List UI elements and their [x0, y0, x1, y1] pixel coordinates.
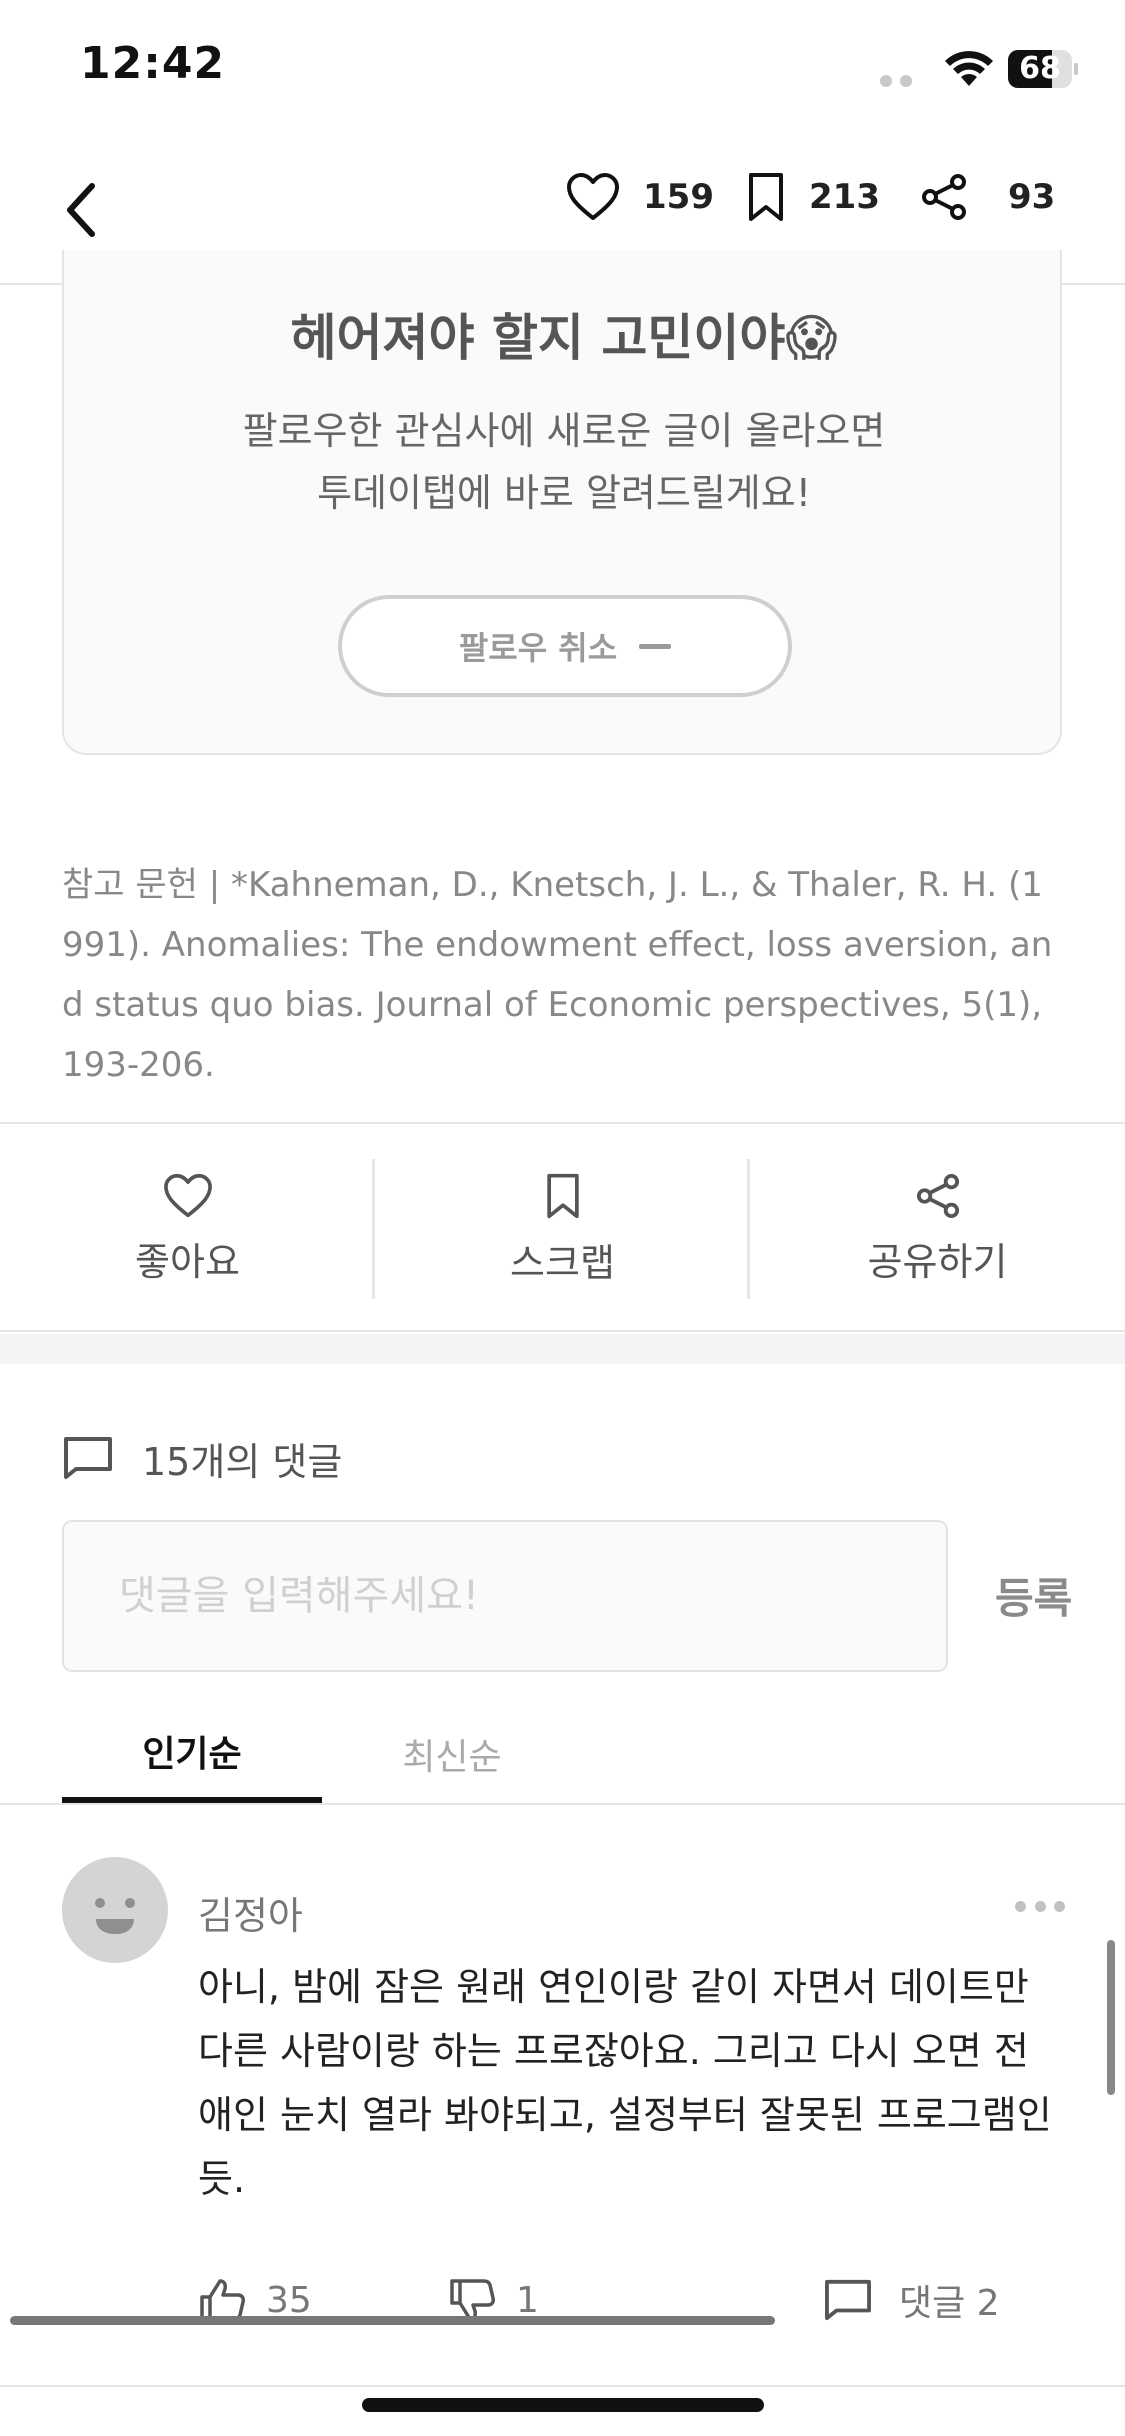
follow-card-title: 헤어져야 할지 고민이야😱	[290, 309, 838, 367]
comment-input[interactable]	[64, 1522, 946, 1670]
bookmark-icon	[749, 173, 783, 221]
bottom-divider	[0, 2385, 1125, 2387]
comment-body: 아니, 밤에 잠은 원래 연인이랑 같이 자면서 데이트만 다른 사람이랑 하는…	[198, 1965, 1052, 2201]
more-options-button[interactable]	[1015, 1901, 1065, 1913]
comment-input-box	[62, 1520, 948, 1672]
horizontal-scrollbar[interactable]	[10, 2316, 775, 2325]
follow-card: 헤어져야 할지 고민이야😱 팔로우한 관심사에 새로운 글이 올라오면 투데이탭…	[62, 250, 1062, 755]
nav-share-button[interactable]: 93	[920, 167, 1055, 227]
comment-icon	[825, 2279, 871, 2321]
tab-popular[interactable]: 인기순	[62, 1705, 322, 1803]
comments-count: 15개의 댓글	[142, 1439, 343, 1484]
sort-tabs: 인기순 최신순	[62, 1705, 1062, 1805]
nav-scrap-button[interactable]: 213	[745, 167, 880, 227]
scrap-label: 스크랩	[510, 1240, 615, 1285]
signal-icon	[880, 72, 920, 91]
comment-item: 김정아 아니, 밤에 잠은 원래 연인이랑 같이 자면서 데이트만 다른 사람이…	[0, 1815, 1125, 2395]
reference-text: 참고 문헌 | *Kahneman, D., Knetsch, J. L., &…	[62, 865, 1053, 1085]
follow-card-desc-line2: 투데이탭에 바로 알려드릴게요!	[317, 471, 811, 515]
avatar[interactable]	[62, 1857, 168, 1963]
like-button[interactable]: 좋아요	[0, 1124, 375, 1334]
battery-level: 68	[1019, 51, 1061, 86]
back-button[interactable]	[50, 155, 110, 265]
battery-icon: 68	[1008, 50, 1078, 88]
chevron-left-icon	[67, 183, 95, 237]
comments-header: 15개의 댓글	[62, 1428, 342, 1488]
minus-icon	[639, 643, 672, 649]
scrap-button[interactable]: 스크랩	[375, 1124, 750, 1334]
home-indicator[interactable]	[362, 2398, 764, 2412]
comment-like-count: 35	[266, 2279, 312, 2321]
status-bar: 12:42 68	[0, 0, 1125, 135]
action-row: 좋아요 스크랩 공유하기	[0, 1122, 1125, 1332]
unfollow-label: 팔로우 취소	[458, 629, 618, 667]
scrap-count: 213	[809, 177, 880, 217]
like-label: 좋아요	[135, 1239, 240, 1284]
comment-dislike-count: 1	[516, 2279, 539, 2321]
share-icon	[922, 174, 966, 220]
share-icon	[916, 1173, 959, 1218]
unfollow-button[interactable]: 팔로우 취소	[338, 595, 792, 697]
bookmark-icon	[546, 1173, 579, 1218]
nav-like-button[interactable]: 159	[565, 167, 714, 227]
share-button[interactable]: 공유하기	[750, 1124, 1125, 1334]
comment-reply-button[interactable]: 댓글 2	[823, 2265, 1000, 2335]
like-count: 159	[643, 177, 714, 217]
share-label: 공유하기	[867, 1239, 1008, 1284]
heart-icon	[567, 173, 619, 220]
follow-card-description: 팔로우한 관심사에 새로운 글이 올라오면 투데이탭에 바로 알려드릴게요!	[64, 400, 1064, 524]
comment-reply-label: 댓글 2	[899, 2283, 1000, 2324]
status-time: 12:42	[80, 38, 226, 89]
follow-card-desc-line1: 팔로우한 관심사에 새로운 글이 올라오면	[242, 409, 886, 453]
wifi-icon	[945, 51, 993, 86]
vertical-scrollbar[interactable]	[1107, 1940, 1115, 2095]
tabs-divider	[0, 1803, 1125, 1805]
section-divider	[0, 1334, 1125, 1364]
default-avatar-icon	[95, 1898, 135, 1934]
heart-icon	[163, 1173, 212, 1217]
comment-icon	[64, 1437, 112, 1479]
share-count: 93	[1008, 177, 1056, 217]
tab-latest[interactable]: 최신순	[322, 1705, 582, 1803]
submit-comment-button[interactable]: 등록	[995, 1565, 1072, 1626]
comment-author[interactable]: 김정아	[198, 1885, 303, 1940]
